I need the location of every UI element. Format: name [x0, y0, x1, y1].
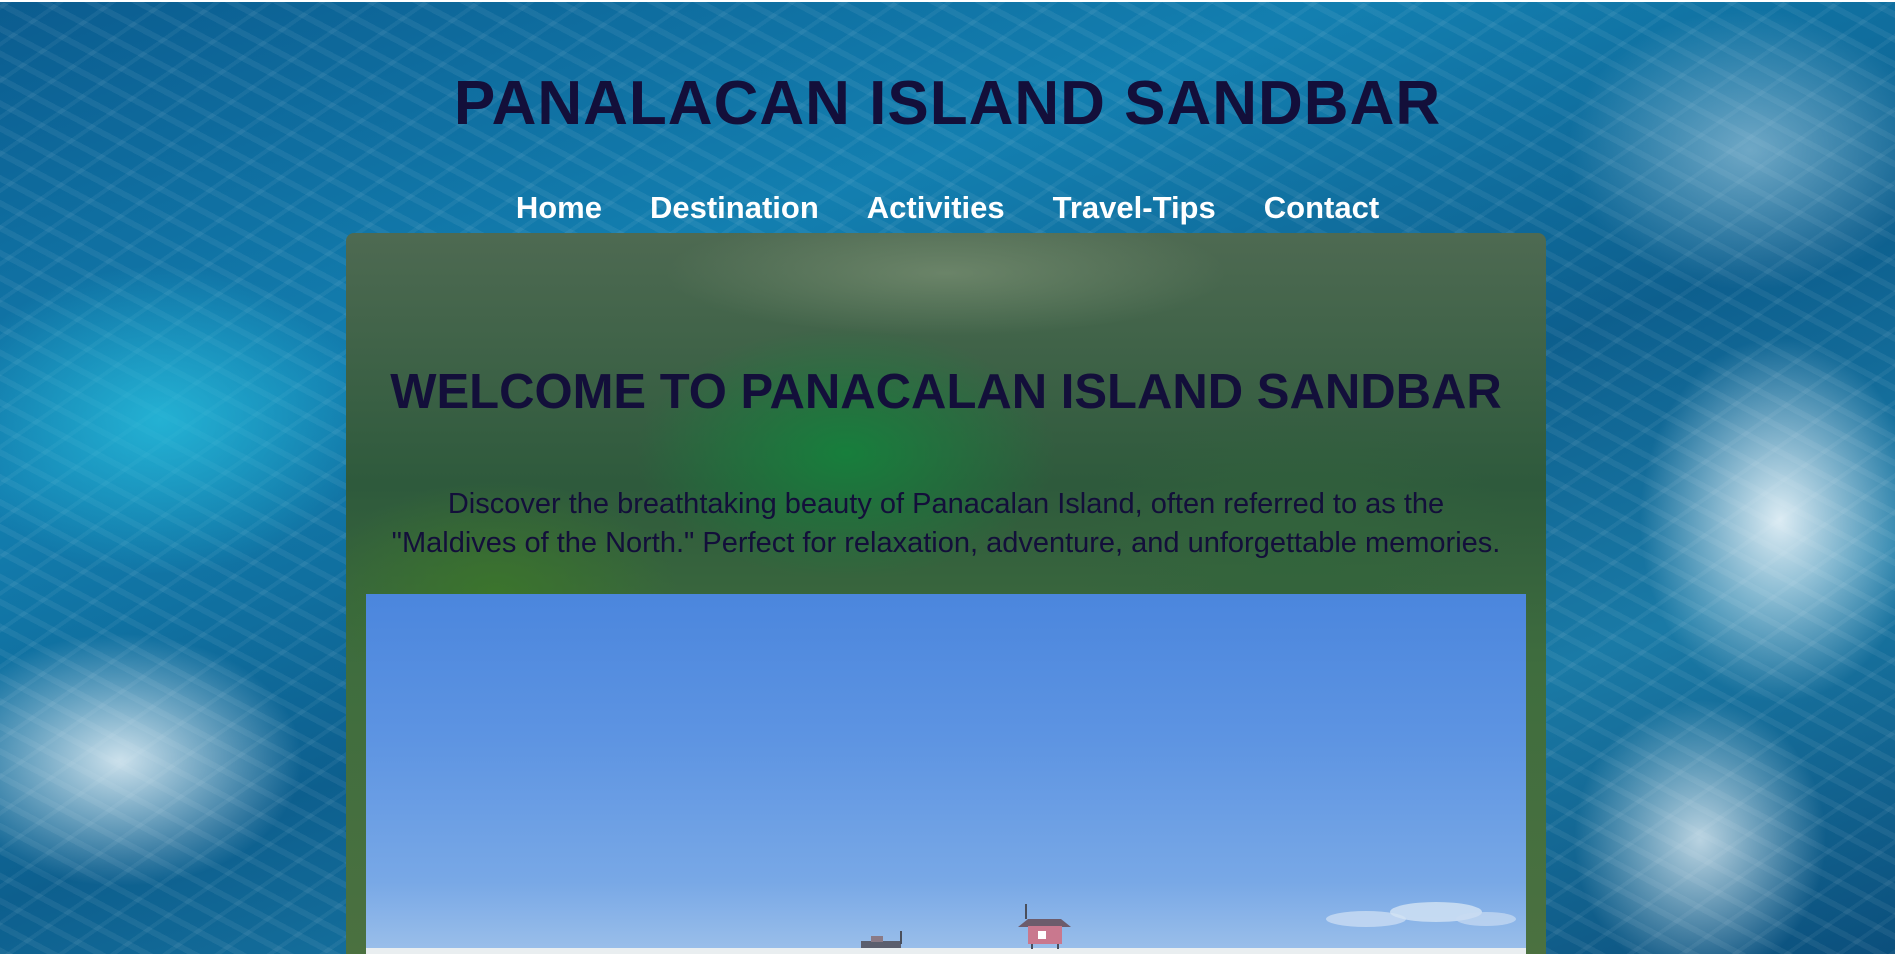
nav-destination-link[interactable]: Destination [650, 190, 819, 226]
intro-line-1: Discover the breathtaking beauty of Pana… [447, 488, 1445, 520]
boats [861, 931, 902, 948]
site-title: PANALACAN ISLAND SANDBAR [453, 69, 1442, 138]
main-nav: Home Destination Activities Travel-Tips … [0, 190, 1895, 226]
nav-activities-link[interactable]: Activities [867, 190, 1005, 226]
welcome-panel: WELCOME TO PANACALAN ISLAND SANDBAR Disc… [346, 233, 1546, 954]
intro-line-2: "Maldives of the North." Perfect for rel… [391, 527, 1501, 559]
sandbar-hero-image [366, 594, 1526, 954]
top-edge-strip [0, 0, 1895, 2]
intro-paragraph: Discover the breathtaking beauty of Pana… [366, 485, 1526, 563]
sandbar-photo-illustration [366, 902, 1526, 954]
sandbar-strip [366, 948, 1526, 954]
nav-travel-tips-link[interactable]: Travel-Tips [1053, 190, 1216, 226]
nav-home-link[interactable]: Home [516, 190, 602, 226]
nav-contact-link[interactable]: Contact [1264, 190, 1379, 226]
clouds [1326, 902, 1516, 927]
stilt-cottage [1018, 904, 1071, 949]
welcome-heading: WELCOME TO PANACALAN ISLAND SANDBAR [390, 365, 1502, 419]
